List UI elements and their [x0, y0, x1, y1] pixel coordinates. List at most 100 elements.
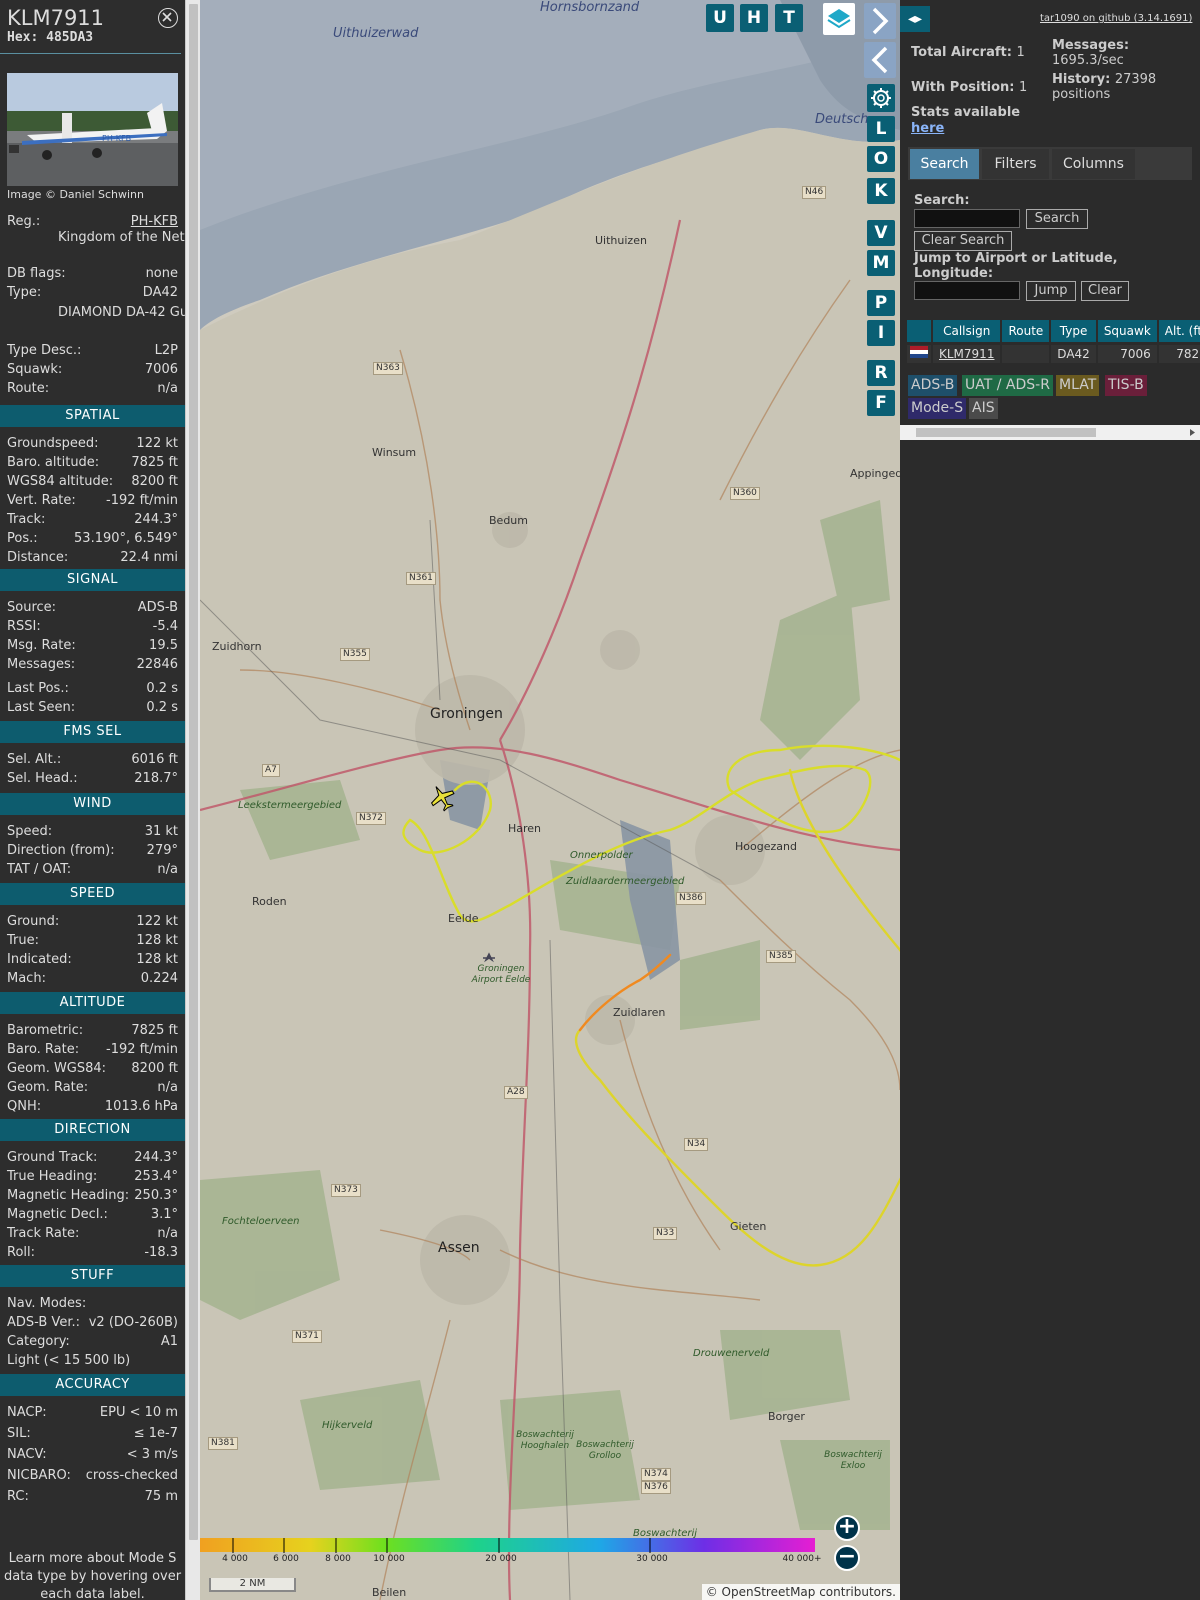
map-button-v[interactable]: V	[867, 220, 895, 246]
spatial-row: Groundspeed: 122 kt	[7, 436, 178, 451]
table-row[interactable]: KLM7911 DA42 7006 7825	[907, 341, 1200, 363]
place-label: Leekstermeergebied	[238, 800, 342, 811]
col-type[interactable]: Type	[1050, 320, 1098, 343]
map-button-u[interactable]: U	[706, 4, 734, 32]
aircraft-info-panel: KLM7911 Hex: 485DA3 PH-KFB Image © Danie…	[0, 0, 185, 1600]
reg-row: Reg.: PH-KFB	[7, 212, 178, 231]
accuracy-row: NACV: < 3 m/s	[7, 1447, 178, 1462]
row-route	[1001, 341, 1052, 363]
row-altitude: 7825	[1157, 341, 1200, 363]
speed-row: True: 128 kt	[7, 933, 178, 948]
road-label: N376	[641, 1481, 671, 1494]
tab-search[interactable]: Search	[910, 149, 979, 179]
hscroll-thumb[interactable]	[916, 428, 1096, 437]
hex-code: Hex: 485DA3	[7, 30, 94, 45]
map-button-h[interactable]: H	[740, 4, 768, 32]
side-panel: ◂▸ tar1090 on github (3.14.1691) Total A…	[900, 0, 1200, 1600]
altitude-row: Baro. Rate: -192 ft/min	[7, 1042, 178, 1057]
colorbar-label: 20 000	[485, 1554, 517, 1564]
altitude-row: Geom. WGS84: 8200 ft	[7, 1061, 178, 1076]
source-badge: AIS	[969, 398, 998, 419]
row-type: DA42	[1050, 341, 1098, 363]
map-button-k[interactable]: K	[867, 178, 895, 204]
jump-label: Jump to Airport or Latitude, Longitude:	[914, 251, 1118, 281]
road-label: N385	[766, 950, 796, 963]
place-label: Haren	[508, 822, 542, 835]
road-label: N46	[802, 186, 827, 199]
typedesc-row: Type Desc.: L2P	[7, 343, 178, 358]
layers-button[interactable]	[823, 3, 855, 35]
collapse-left-button[interactable]	[864, 42, 896, 78]
section-stuff: STUFF	[0, 1265, 185, 1287]
altitude-row: QNH: 1013.6 hPa	[7, 1099, 178, 1114]
wind-row: Speed: 31 kt	[7, 824, 178, 839]
col-route[interactable]: Route	[1001, 320, 1052, 343]
section-altitude: ALTITUDE	[0, 992, 185, 1014]
tab-columns[interactable]: Columns	[1052, 149, 1135, 179]
colorbar-label: 8 000	[325, 1554, 351, 1564]
map-button-l[interactable]: L	[867, 116, 895, 142]
place-label: Zuidhorn	[212, 640, 262, 653]
place-label: Boswachterij Exloo	[824, 1450, 882, 1471]
place-label: Beilen	[372, 1586, 407, 1599]
colorbar-label: 10 000	[373, 1554, 405, 1564]
road-label: A28	[504, 1086, 528, 1099]
info-panel-scrollbar[interactable]	[185, 0, 200, 1600]
settings-button[interactable]	[867, 84, 895, 112]
signal-row: Last Pos.: 0.2 s	[7, 681, 178, 696]
source-badge: ADS-B	[908, 375, 958, 396]
col-altitude[interactable]: Alt. (ft)	[1157, 320, 1200, 343]
map-button-m[interactable]: M	[867, 250, 895, 276]
colorbar-label: 30 000	[636, 1554, 668, 1564]
map-attribution[interactable]: © OpenStreetMap contributors.	[701, 1584, 900, 1600]
place-label: Uithuizen	[595, 234, 647, 247]
place-label: Drouwenerveld	[693, 1348, 770, 1359]
search-button[interactable]: Search	[1026, 209, 1088, 229]
altitude-row: Barometric: 7825 ft	[7, 1023, 178, 1038]
map-button-o[interactable]: O	[867, 146, 895, 172]
road-label: N372	[356, 812, 386, 825]
map[interactable]: Uithuizerwad Uithuizen Winsum Bedum Zuidhorn…	[200, 0, 900, 1600]
row-callsign[interactable]: KLM7911	[932, 341, 1003, 363]
search-input[interactable]	[914, 209, 1020, 228]
aircraft-photo[interactable]: PH-KFB	[7, 73, 178, 186]
colorbar-label: 4 000	[222, 1554, 248, 1564]
table-header-row: Callsign Route Type Squawk Alt. (ft) Sp	[907, 320, 1200, 343]
road-label: N34	[684, 1138, 709, 1151]
place-label: Eelde	[448, 912, 479, 925]
place-label: Hornsbornzand	[540, 0, 640, 15]
github-link[interactable]: tar1090 on github (3.14.1691)	[1040, 13, 1192, 24]
zoom-out-button[interactable]: −	[834, 1545, 860, 1571]
type-row: Type: DA42	[7, 285, 178, 300]
close-icon[interactable]	[158, 8, 178, 28]
map-button-r[interactable]: R	[867, 360, 895, 386]
clear-button[interactable]: Clear	[1081, 281, 1129, 301]
direction-row: Ground Track: 244.3°	[7, 1150, 178, 1165]
expand-right-button[interactable]	[864, 3, 896, 39]
toggle-sidebar-button[interactable]: ◂▸	[900, 6, 930, 32]
map-button-f[interactable]: F	[867, 390, 895, 416]
stats-link[interactable]: here	[911, 121, 944, 136]
map-button-i[interactable]: I	[867, 320, 895, 346]
jump-input[interactable]	[914, 281, 1020, 300]
col-callsign[interactable]: Callsign	[932, 320, 1003, 343]
signal-row: Source: ADS-B	[7, 600, 178, 615]
clear-search-button[interactable]: Clear Search	[914, 231, 1012, 251]
reg-link[interactable]: PH-KFB	[131, 212, 178, 231]
tab-filters[interactable]: Filters	[982, 149, 1049, 179]
accuracy-row: SIL: ≤ 1e-7	[7, 1426, 178, 1441]
stuff-row: ADS-B Ver.: v2 (DO-260B)	[7, 1315, 178, 1330]
scale-bar: 2 NM	[209, 1578, 296, 1592]
col-squawk[interactable]: Squawk	[1096, 320, 1159, 343]
route-row: Route: n/a	[7, 381, 178, 396]
with-position: With Position: 1	[911, 80, 1028, 95]
scrollbar-thumb[interactable]	[189, 4, 198, 1540]
col-flag[interactable]	[907, 320, 933, 343]
jump-button[interactable]: Jump	[1026, 281, 1076, 301]
map-button-t[interactable]: T	[775, 4, 803, 32]
map-button-p[interactable]: P	[867, 290, 895, 316]
source-badge: TIS-B	[1105, 375, 1147, 396]
zoom-in-button[interactable]: +	[834, 1515, 860, 1541]
table-hscrollbar[interactable]	[900, 425, 1200, 440]
chevron-right-icon	[872, 7, 889, 35]
